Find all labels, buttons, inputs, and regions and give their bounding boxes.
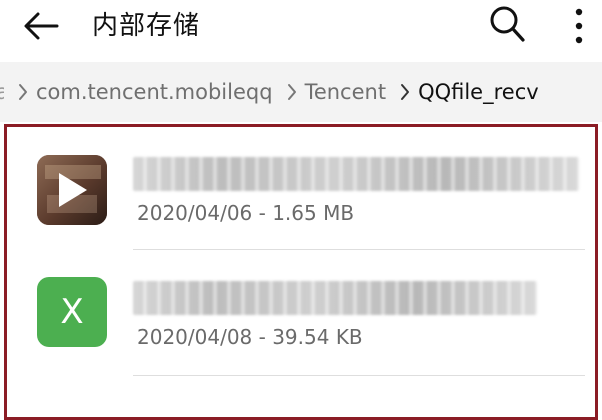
more-options-button[interactable]	[562, 4, 596, 48]
chevron-right-icon	[287, 83, 297, 101]
breadcrumb-item-parent[interactable]: a	[0, 80, 4, 104]
search-button[interactable]	[484, 4, 530, 44]
list-divider	[133, 375, 585, 376]
back-button[interactable]	[18, 6, 64, 46]
breadcrumb-item-qqfile-recv[interactable]: QQfile_recv	[418, 80, 539, 104]
list-item-excel-file[interactable]: X 2020/04/08 - 39.54 KB	[7, 251, 595, 371]
file-meta: 2020/04/06 - 1.65 MB	[137, 201, 355, 225]
file-name-redacted	[133, 281, 537, 315]
excel-icon: X	[37, 277, 107, 347]
more-vert-icon	[575, 8, 583, 44]
search-icon	[490, 6, 525, 42]
breadcrumb-item-mobileqq[interactable]: com.tencent.mobileqq	[36, 80, 273, 104]
file-meta: 2020/04/08 - 39.54 KB	[137, 325, 363, 349]
play-icon	[59, 173, 87, 207]
chevron-right-icon	[400, 83, 410, 101]
chevron-right-icon	[18, 83, 28, 101]
list-item-video-file[interactable]: 2020/04/06 - 1.65 MB	[7, 131, 595, 251]
file-name-redacted	[133, 157, 579, 191]
breadcrumb-bar: a com.tencent.mobileqq Tencent QQfile_re…	[0, 62, 602, 122]
back-arrow-icon	[24, 12, 59, 40]
video-thumbnail	[37, 155, 107, 225]
page-title: 内部存储	[92, 11, 201, 41]
file-list-highlight: 2020/04/06 - 1.65 MB X 2020/04/08 - 39.5…	[4, 124, 598, 420]
breadcrumb: a com.tencent.mobileqq Tencent QQfile_re…	[0, 62, 539, 122]
top-app-bar: 内部存储	[0, 0, 602, 62]
breadcrumb-item-tencent[interactable]: Tencent	[305, 80, 387, 104]
list-divider	[133, 249, 585, 250]
